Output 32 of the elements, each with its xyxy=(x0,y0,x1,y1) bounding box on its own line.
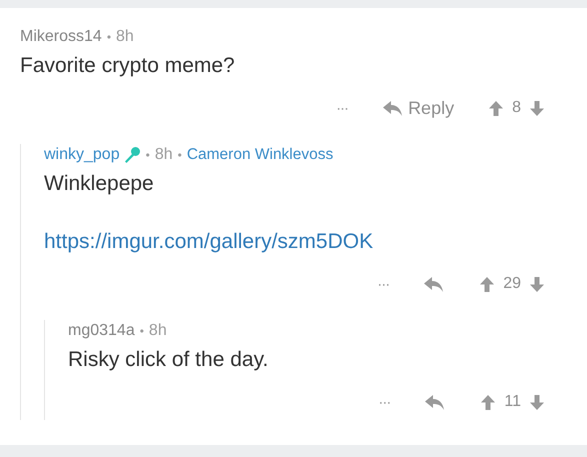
upvote-icon[interactable] xyxy=(480,394,496,410)
link[interactable]: https://imgur.com/gallery/szm5DOK xyxy=(44,230,587,254)
separator: • xyxy=(140,324,144,338)
comment-text: Favorite crypto meme? xyxy=(20,54,236,78)
downvote-icon[interactable] xyxy=(529,100,545,116)
separator: • xyxy=(106,30,112,44)
timestamp: 8h xyxy=(116,28,134,46)
username[interactable]: winky_pop xyxy=(44,146,120,164)
user-flair: Cameron Winklevoss xyxy=(186,146,334,164)
upvote-icon[interactable] xyxy=(488,100,504,116)
separator: • xyxy=(178,148,182,162)
microphone-icon xyxy=(122,146,141,164)
timestamp: 8h xyxy=(154,146,173,164)
more-options-button[interactable]: ··· xyxy=(336,100,348,116)
username[interactable]: Mikeross14 xyxy=(20,28,102,46)
reply-icon xyxy=(382,100,404,116)
downvote-icon[interactable] xyxy=(529,276,545,292)
more-options-button[interactable]: ··· xyxy=(378,394,390,410)
username[interactable]: mg0314a xyxy=(68,322,135,340)
downvote-icon[interactable] xyxy=(529,394,545,410)
comment-text: Winklepepe xyxy=(44,172,155,196)
more-options-button[interactable]: ··· xyxy=(377,276,390,292)
reply-button[interactable]: Reply xyxy=(382,98,454,118)
timestamp: 8h xyxy=(148,322,167,340)
vote-count: 29 xyxy=(503,275,521,293)
comment-text: Risky click of the day. xyxy=(68,348,270,372)
vote-count: 8 xyxy=(512,99,521,117)
reply-icon[interactable] xyxy=(424,394,446,410)
vote-count: 11 xyxy=(504,393,521,411)
separator: • xyxy=(146,148,150,162)
reply-icon[interactable] xyxy=(423,276,446,292)
upvote-icon[interactable] xyxy=(479,276,496,292)
